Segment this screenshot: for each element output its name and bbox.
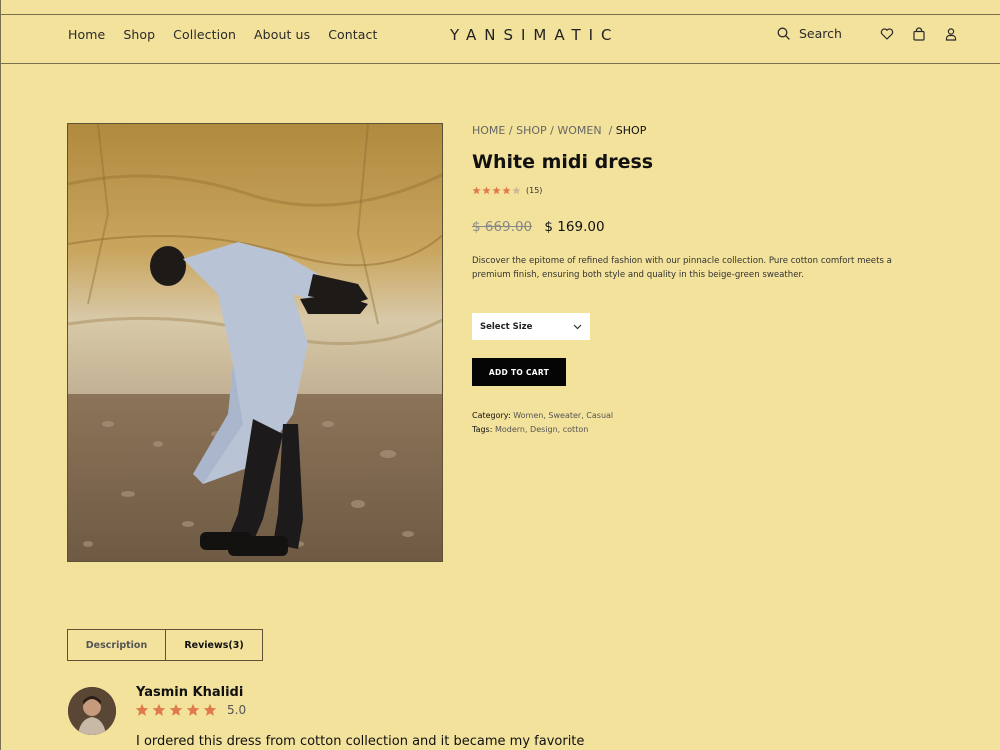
main-nav: Home Shop Collection About us Contact — [68, 27, 396, 42]
product-rating: (15) — [472, 186, 542, 195]
rating-count[interactable]: (15) — [526, 186, 542, 195]
review-stars — [135, 703, 217, 717]
star-filled-icon — [203, 703, 217, 716]
search-icon — [777, 27, 790, 40]
review-rating: 5.0 — [135, 703, 246, 717]
nav-about-us[interactable]: About us — [254, 27, 310, 42]
avatar — [68, 687, 116, 735]
nav-home[interactable]: Home — [68, 27, 105, 42]
size-select[interactable]: Select Size — [472, 313, 590, 340]
review-score: 5.0 — [227, 703, 247, 717]
breadcrumb-home[interactable]: HOME — [472, 124, 505, 137]
star-filled-icon — [502, 186, 511, 195]
header-divider — [0, 63, 1000, 64]
tags-label: Tags: — [472, 425, 493, 434]
star-empty-icon — [512, 186, 521, 195]
star-filled-icon — [492, 186, 501, 195]
size-select-label: Select Size — [480, 321, 533, 332]
product-image[interactable] — [67, 123, 443, 562]
add-to-cart-button[interactable]: ADD TO CART — [472, 358, 566, 386]
category-label: Category: — [472, 411, 511, 420]
star-filled-icon — [482, 186, 491, 195]
heart-icon[interactable] — [880, 27, 894, 41]
chevron-down-icon — [573, 324, 582, 329]
star-filled-icon — [169, 703, 183, 716]
product-photo — [68, 124, 442, 561]
tab-reviews[interactable]: Reviews(3) — [165, 630, 262, 660]
star-filled-icon — [186, 703, 200, 716]
breadcrumb-current: SHOP — [615, 124, 647, 137]
review-text: I ordered this dress from cotton collect… — [136, 734, 585, 749]
bag-icon[interactable] — [912, 27, 926, 41]
tab-description[interactable]: Description — [68, 630, 165, 660]
star-filled-icon — [152, 703, 166, 716]
category-value[interactable]: Women, Sweater, Casual — [513, 411, 613, 420]
product-title: White midi dress — [472, 151, 654, 173]
search-label: Search — [799, 26, 842, 41]
breadcrumb-shop[interactable]: SHOP — [516, 124, 547, 137]
frame-border-top — [0, 14, 1000, 15]
old-price: $ 669.00 — [472, 219, 533, 235]
frame-border-left — [0, 0, 1, 750]
user-icon[interactable] — [944, 27, 958, 41]
product-category: Category: Women, Sweater, Casual — [472, 411, 613, 420]
nav-collection[interactable]: Collection — [173, 27, 236, 42]
price-block: $ 669.00 $ 169.00 — [472, 219, 605, 235]
product-tags: Tags: Modern, Design, cotton — [472, 425, 588, 434]
brand-logo[interactable]: YANSIMATIC — [450, 26, 620, 44]
star-filled-icon — [135, 703, 149, 716]
breadcrumb-women[interactable]: WOMEN — [557, 124, 601, 137]
nav-contact[interactable]: Contact — [328, 27, 377, 42]
product-tabs: Description Reviews(3) — [67, 629, 263, 661]
search-button[interactable]: Search — [777, 26, 842, 41]
star-filled-icon — [472, 186, 481, 195]
breadcrumb: HOME / SHOP / WOMEN / SHOP — [472, 124, 647, 137]
product-description: Discover the epitome of refined fashion … — [472, 256, 892, 280]
tags-value[interactable]: Modern, Design, cotton — [495, 425, 588, 434]
sale-price: $ 169.00 — [544, 219, 605, 235]
rating-stars — [472, 186, 521, 195]
nav-shop[interactable]: Shop — [123, 27, 155, 42]
reviewer-name: Yasmin Khalidi — [136, 685, 244, 700]
